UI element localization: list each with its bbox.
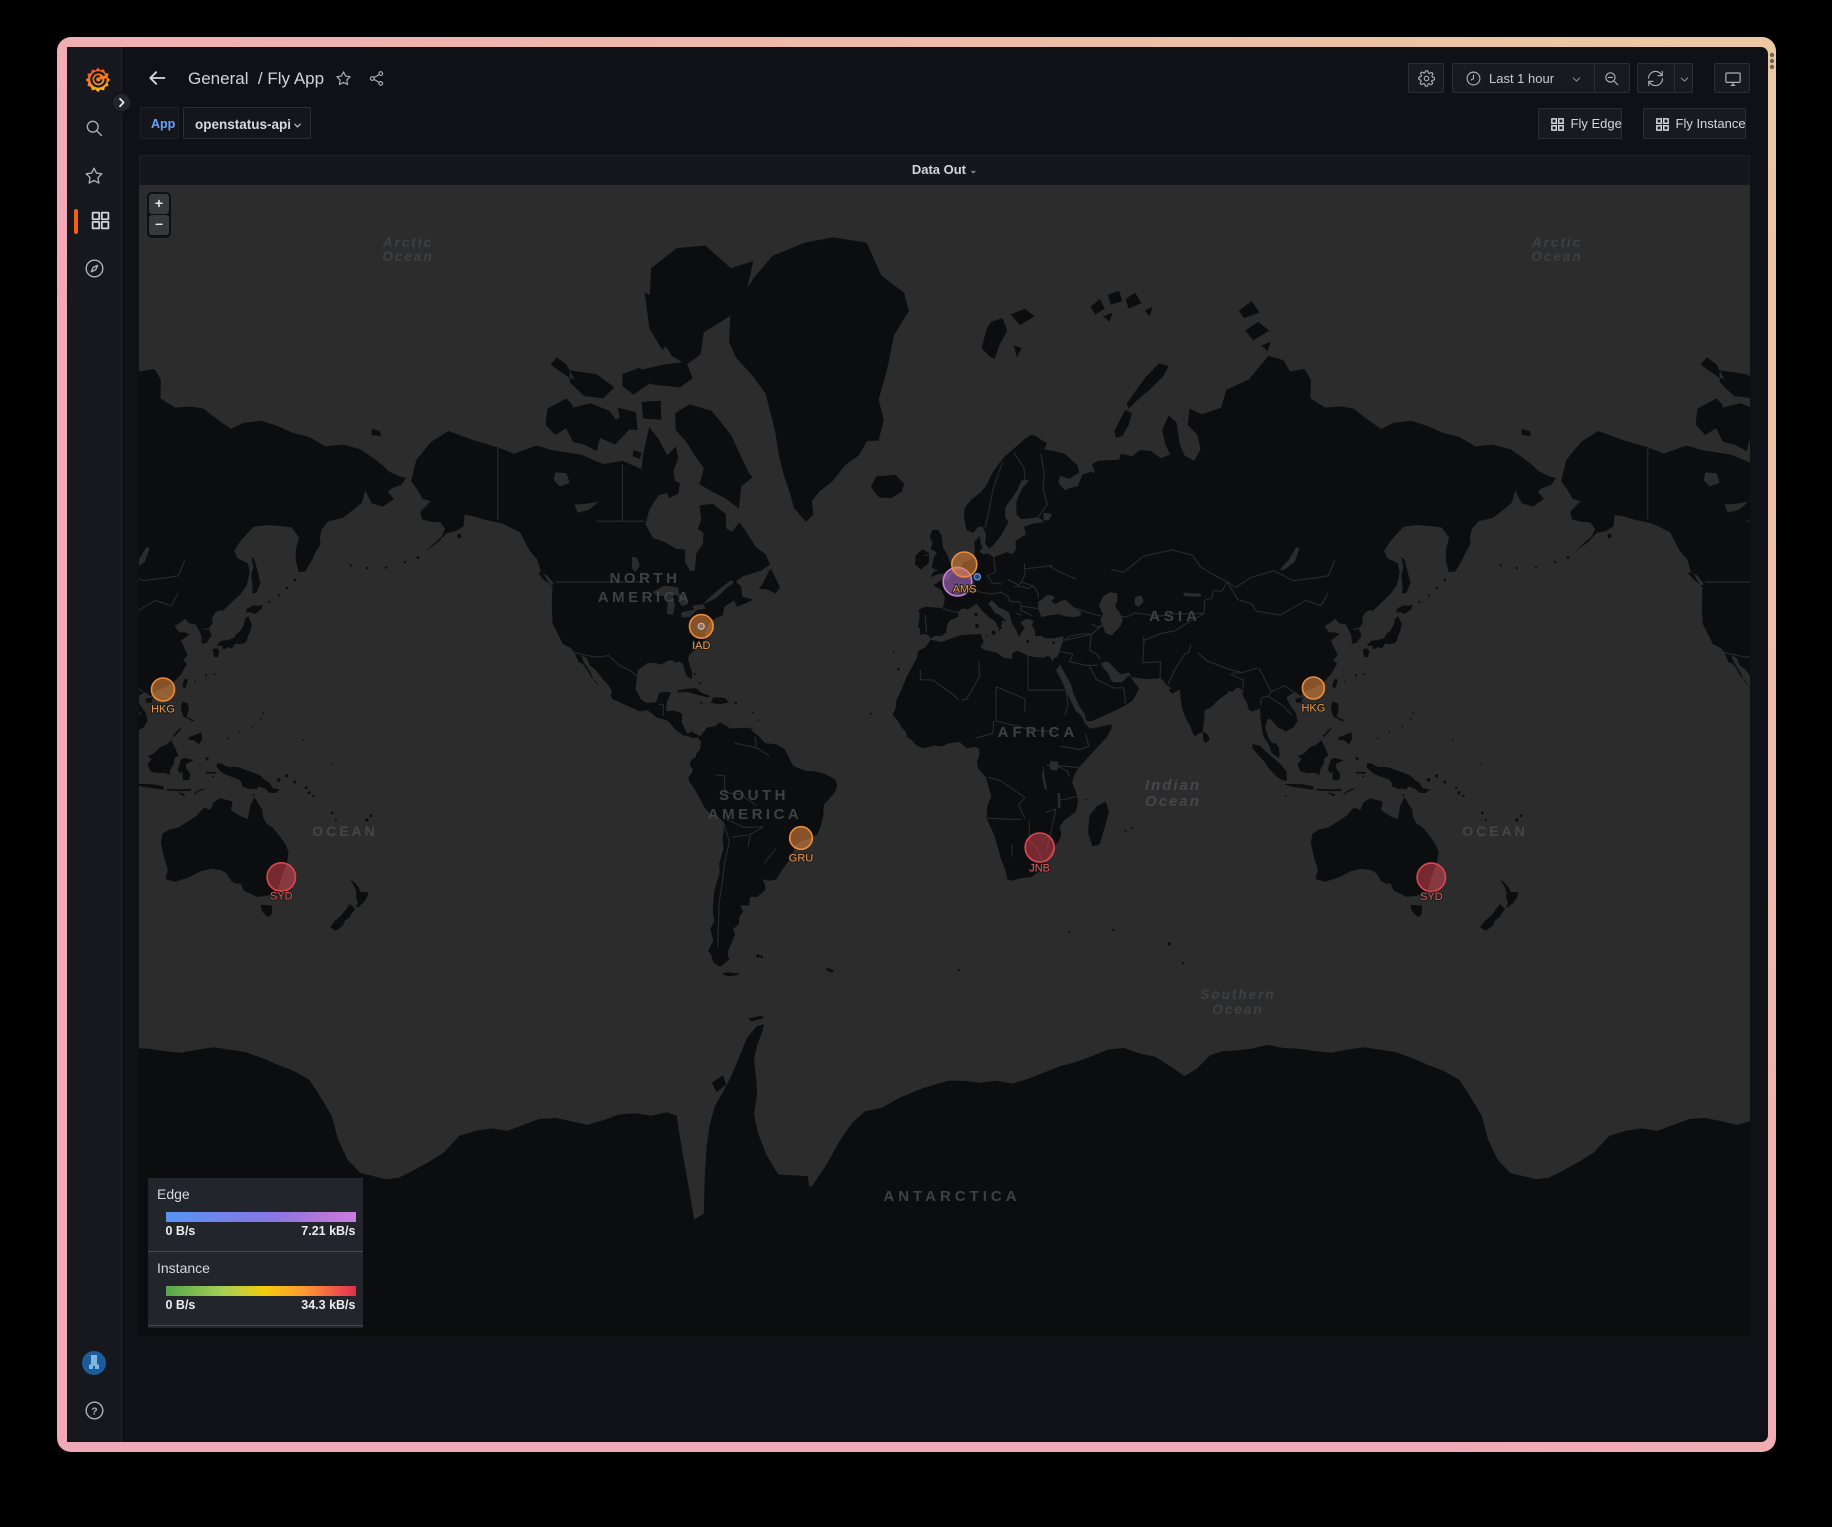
svg-text:AMERICA: AMERICA (708, 806, 803, 823)
svg-text:Ocean: Ocean (382, 249, 433, 264)
svg-text:AFRICA: AFRICA (998, 724, 1079, 741)
svg-text:OCEAN: OCEAN (1462, 823, 1528, 839)
svg-text:ANTARCTICA: ANTARCTICA (883, 1188, 1020, 1205)
svg-text:Southern: Southern (1200, 987, 1275, 1002)
svg-text:?: ? (91, 1405, 97, 1417)
svg-text:ASIA: ASIA (1149, 608, 1201, 625)
svg-text:HKG: HKG (151, 704, 175, 716)
svg-text:OCEAN: OCEAN (312, 823, 378, 839)
svg-text:IAD: IAD (692, 640, 710, 652)
svg-text:AMS: AMS (953, 584, 977, 596)
svg-text:Ocean: Ocean (1145, 793, 1201, 810)
svg-text:NORTH: NORTH (610, 570, 681, 587)
svg-text:Ocean: Ocean (1212, 1002, 1263, 1017)
svg-text:SOUTH: SOUTH (719, 787, 789, 804)
svg-text:HKG: HKG (1301, 703, 1325, 715)
svg-text:Arctic: Arctic (1531, 235, 1582, 250)
svg-text:Indian: Indian (1145, 777, 1201, 794)
svg-text:JNB: JNB (1029, 862, 1050, 874)
svg-text:GRU: GRU (789, 853, 814, 865)
svg-text:Arctic: Arctic (382, 235, 433, 250)
svg-text:Ocean: Ocean (1531, 249, 1582, 264)
svg-text:SYD: SYD (270, 891, 293, 903)
svg-text:SYD: SYD (1420, 891, 1443, 903)
svg-text:AMERICA: AMERICA (598, 589, 693, 606)
